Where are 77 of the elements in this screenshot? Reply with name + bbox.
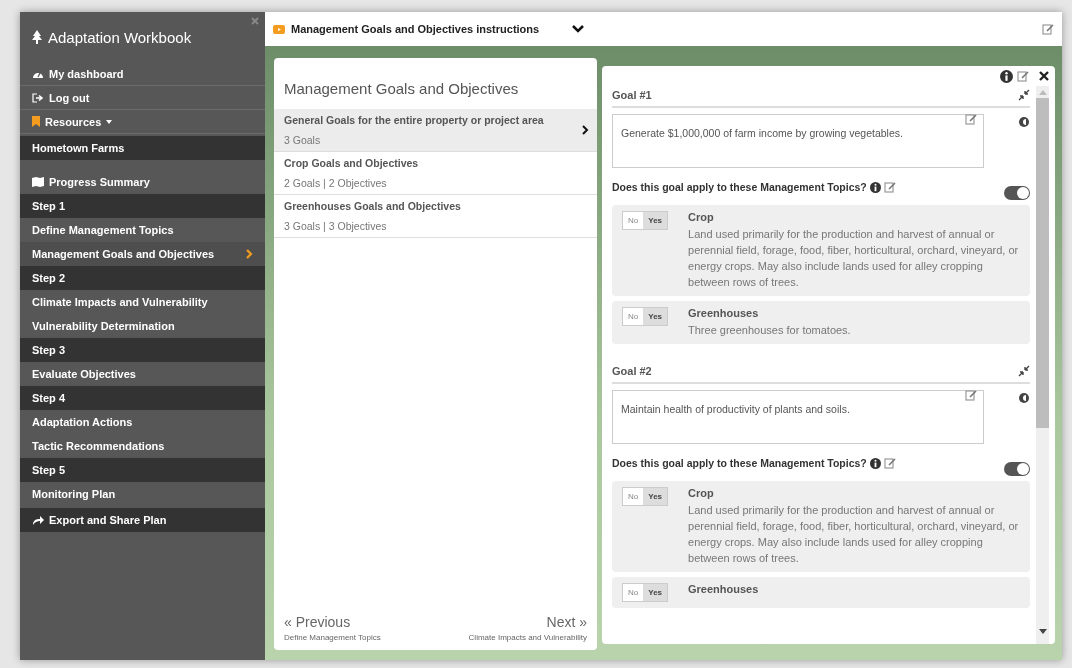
chevron-right-icon — [582, 125, 589, 135]
chevron-down-icon[interactable] — [572, 25, 584, 33]
toggle-switch[interactable] — [1004, 186, 1030, 200]
close-icon[interactable] — [1039, 71, 1049, 81]
sidebar-link[interactable]: Resources — [20, 110, 265, 134]
topic-name: Crop — [688, 211, 715, 223]
topic-name: Crop — [688, 487, 715, 499]
app-title: Adaptation Workbook — [48, 28, 192, 46]
sidebar-link[interactable]: Progress Summary — [20, 170, 265, 194]
goal-title: Goal #2 — [612, 365, 652, 377]
edit-icon[interactable] — [883, 181, 896, 193]
topic-description: Land used primarily for the production and harvest of annual or perennial field, forage, food, fiber, horticultural, orchard, vineyard, or energy crops. May also include lands used for alley cropping between rows of trees. — [688, 503, 1020, 566]
contrast-icon[interactable] — [1018, 392, 1030, 404]
panel-title: Management Goals and Objectives — [283, 79, 520, 99]
segment-option[interactable]: Yes — [643, 212, 668, 229]
step-header: Step 1 — [20, 194, 265, 218]
edit-icon[interactable] — [965, 113, 977, 125]
project-name[interactable]: Hometown Farms — [20, 136, 265, 160]
toggle-switch[interactable] — [1004, 462, 1030, 476]
chevron-right-icon — [246, 249, 253, 259]
segment-option[interactable]: Yes — [643, 584, 668, 601]
segment-option[interactable]: Yes — [643, 488, 668, 505]
tree-icon — [32, 30, 42, 44]
edit-icon[interactable] — [1017, 70, 1029, 82]
previous-page: Define Management Topics — [284, 633, 381, 642]
goal-group-item[interactable]: General Goals for the entire property or project area 3 Goals — [274, 109, 597, 152]
sidebar-item[interactable]: Management Goals and Objectives — [20, 242, 265, 266]
info-icon[interactable] — [869, 181, 881, 193]
sidebar-item[interactable]: Climate Impacts and Vulnerability — [20, 290, 265, 314]
logout-icon — [32, 92, 44, 103]
caret-icon — [106, 119, 113, 124]
step-header: Step 5 — [20, 458, 265, 482]
goal-text-field[interactable]: Generate $1,000,000 of farm income by growing vegetables. — [612, 114, 984, 168]
topic-name: Greenhouses — [688, 583, 759, 595]
topic-name: Greenhouses — [688, 307, 760, 319]
question-text: Does this goal apply to these Management Topics? — [612, 457, 867, 469]
next-link[interactable]: Next » — [546, 614, 587, 630]
goal-title: Goal #1 — [612, 89, 652, 101]
sidebar-link[interactable]: Export and Share Plan — [20, 508, 265, 532]
step-header: Step 2 — [20, 266, 265, 290]
previous-link[interactable]: « Previous — [284, 614, 381, 630]
sidebar-item[interactable]: Tactic Recommendations — [20, 434, 265, 458]
segment-option[interactable]: No — [623, 212, 644, 229]
collapse-icon[interactable] — [1018, 365, 1030, 377]
sidebar-item[interactable]: Evaluate Objectives — [20, 362, 265, 386]
segment-option[interactable]: Yes — [643, 308, 668, 325]
sidebar-item[interactable]: Monitoring Plan — [20, 482, 265, 506]
contrast-icon[interactable] — [1018, 116, 1030, 128]
topic-description: Three greenhouses for tomatoes. — [688, 323, 851, 338]
sidebar-item[interactable]: Adaptation Actions — [20, 410, 265, 434]
edit-icon[interactable] — [1042, 23, 1054, 35]
map-icon — [32, 177, 44, 187]
scroll-down-icon[interactable] — [1038, 629, 1047, 634]
collapse-icon[interactable] — [1018, 89, 1030, 101]
edit-icon[interactable] — [965, 389, 977, 401]
question-text: Does this goal apply to these Management Topics? — [612, 181, 867, 193]
instructions-title[interactable]: Management Goals and Objectives instructions — [291, 23, 566, 35]
step-header: Step 3 — [20, 338, 265, 362]
edit-icon[interactable] — [883, 457, 896, 469]
next-page: Climate Impacts and Vulnerability — [468, 633, 587, 642]
sidebar-item[interactable]: Define Management Topics — [20, 218, 265, 242]
goal-group-item[interactable]: Greenhouses Goals and Objectives 3 Goals | 3 Objectives — [274, 195, 597, 238]
scrollbar[interactable] — [1036, 86, 1049, 644]
share-icon — [32, 515, 44, 525]
goal-group-item[interactable]: Crop Goals and Objectives 2 Goals | 2 Objectives — [274, 152, 597, 195]
step-header: Step 4 — [20, 386, 265, 410]
sidebar-link[interactable]: Log out — [20, 86, 265, 110]
topic-description: Land used primarily for the production and harvest of annual or perennial field, forage, food, fiber, horticultural, orchard, vineyard, or energy crops. May also include lands used for alley cropping between rows of trees. — [688, 227, 1020, 290]
sidebar-link[interactable]: My dashboard — [20, 62, 265, 86]
info-icon[interactable] — [1000, 69, 1013, 83]
segment-option[interactable]: No — [623, 488, 644, 505]
segment-option[interactable]: No — [623, 584, 644, 601]
info-icon[interactable] — [869, 457, 881, 469]
segment-option[interactable]: No — [623, 308, 644, 325]
sidebar-item[interactable]: Vulnerability Determination — [20, 314, 265, 338]
bookmark-icon — [32, 116, 40, 127]
goal-text-field[interactable]: Maintain health of productivity of plants and soils. — [612, 390, 984, 444]
